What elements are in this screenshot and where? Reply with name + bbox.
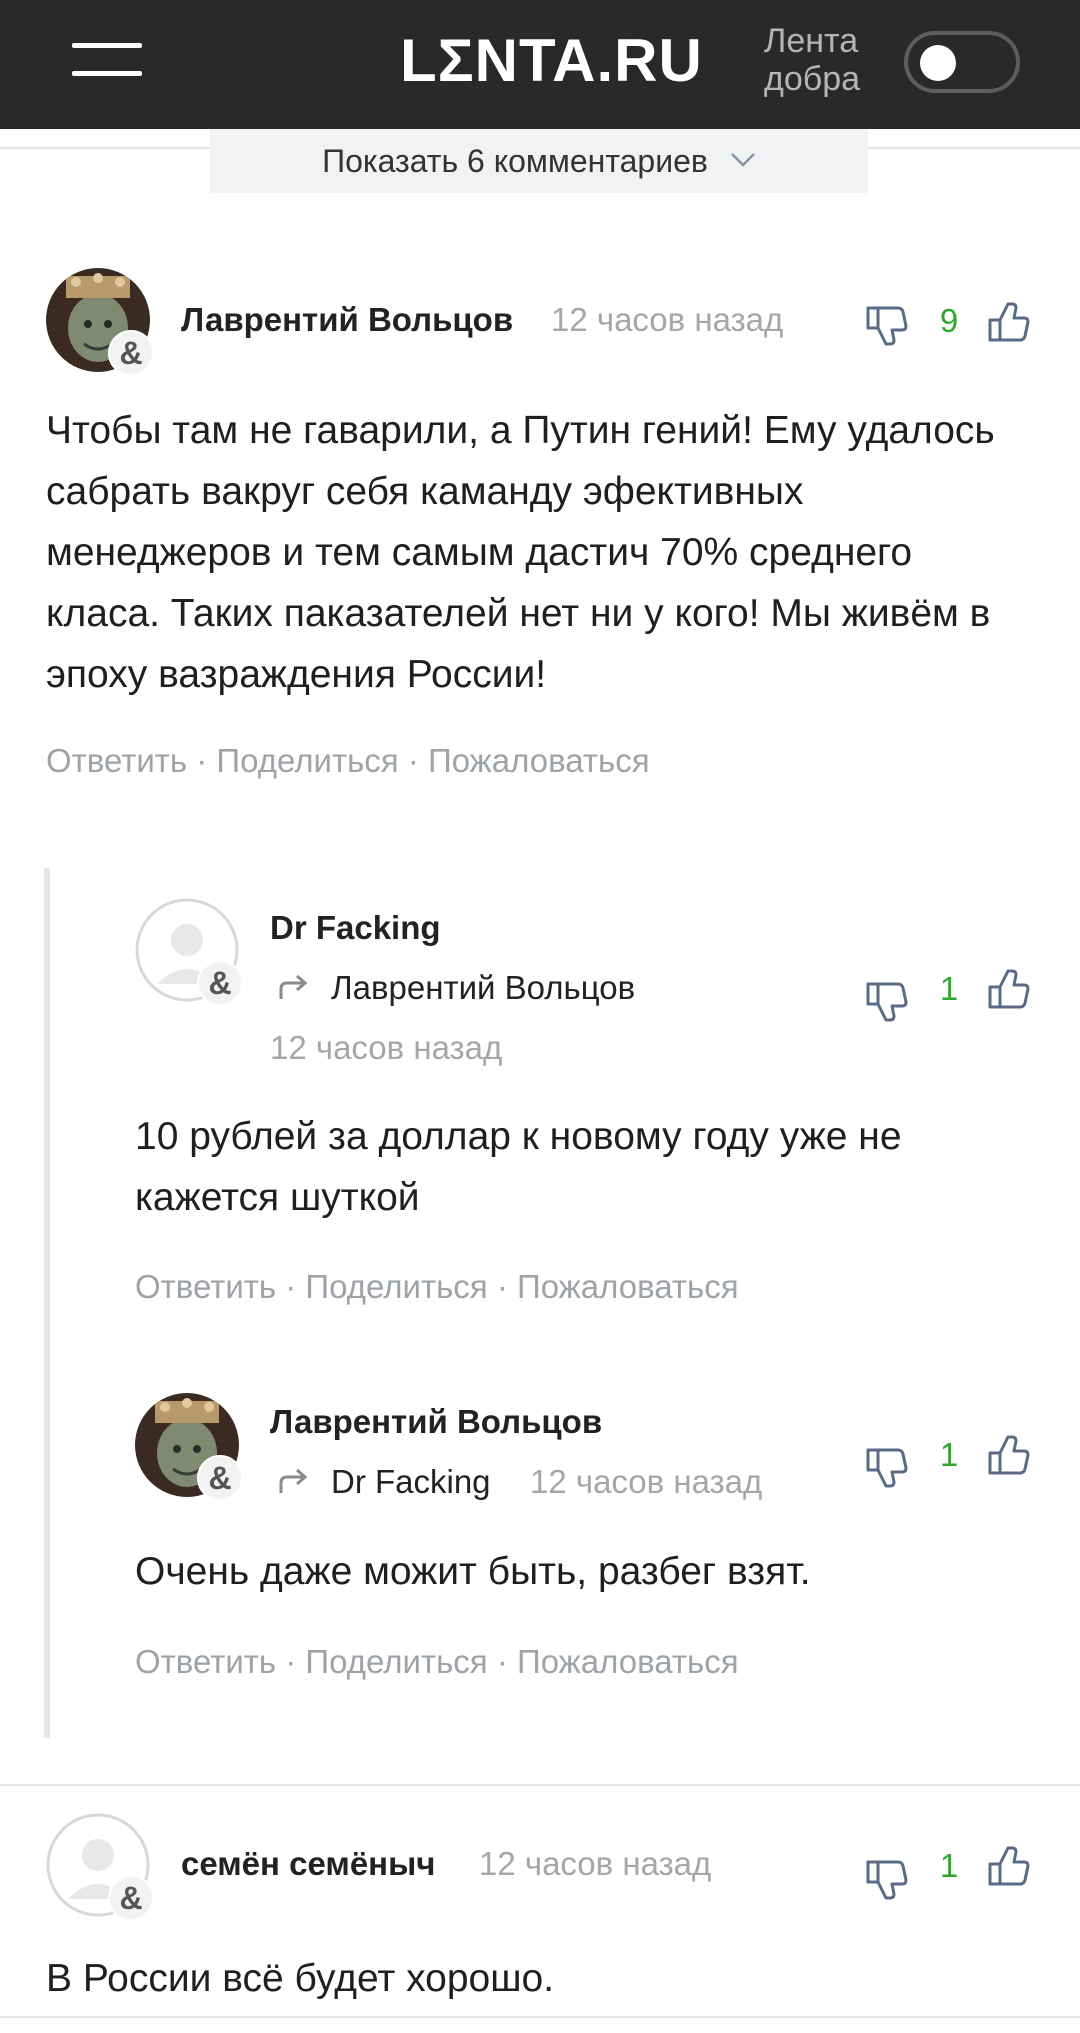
show-comments-button[interactable]: Показать 6 комментариев <box>210 129 868 193</box>
report-link[interactable]: Пожаловаться <box>428 742 650 779</box>
comment-author[interactable]: Лаврентий Вольцов <box>270 1403 602 1441</box>
kind-news-toggle[interactable] <box>904 31 1020 93</box>
report-link[interactable]: Пожаловаться <box>517 1643 739 1680</box>
comment-text: Чтобы там не гаварили, а Путин гений! Ем… <box>46 409 995 696</box>
divider <box>0 1784 1080 1786</box>
avatar[interactable]: & <box>135 898 243 1006</box>
menu-icon[interactable] <box>72 40 142 80</box>
comment-text: В России всё будет хорошо. <box>46 1957 555 2000</box>
comment-text: 10 рублей за доллар к новому году уже не… <box>135 1115 902 1219</box>
avatar[interactable]: & <box>135 1393 243 1501</box>
ampersand-badge: & <box>197 1455 243 1501</box>
comment-actions: Ответить · Поделиться · Пожаловаться <box>46 742 650 780</box>
share-link[interactable]: Поделиться <box>305 1643 487 1680</box>
ampersand-badge: & <box>108 330 154 376</box>
action-separator: · <box>196 742 217 779</box>
action-separator: · <box>285 1643 306 1680</box>
thumbs-down-icon[interactable] <box>864 302 910 348</box>
reply-link[interactable]: Ответить <box>135 1643 276 1680</box>
comment-time: 12 часов назад <box>551 301 784 338</box>
kind-news-label: Лента добра <box>764 22 904 98</box>
comment-text: Очень даже можит быть, разбег взят. <box>135 1550 811 1593</box>
reply-link[interactable]: Ответить <box>46 742 187 779</box>
comment-time: 12 часов назад <box>270 1029 503 1066</box>
thumbs-up-icon[interactable] <box>986 1844 1032 1890</box>
comment-time: 12 часов назад <box>479 1845 712 1882</box>
reply-to-author[interactable]: Dr Facking <box>331 1463 491 1501</box>
thread-line <box>44 868 50 1738</box>
site-logo[interactable]: LΣNTA.RU <box>400 26 702 96</box>
reply-arrow-icon <box>279 1468 308 1493</box>
chevron-down-icon <box>731 153 755 167</box>
divider <box>868 147 1080 149</box>
action-separator: · <box>496 1268 517 1305</box>
thumbs-down-icon[interactable] <box>864 978 910 1024</box>
kind-label-line2: добра <box>764 60 861 98</box>
ampersand-badge: & <box>197 960 243 1006</box>
report-link[interactable]: Пожаловаться <box>517 1268 739 1305</box>
thumbs-down-icon[interactable] <box>864 1856 910 1902</box>
thumbs-up-icon[interactable] <box>986 967 1032 1013</box>
comment-author[interactable]: Лаврентий Вольцов <box>181 301 513 339</box>
toggle-knob <box>920 45 956 81</box>
comment-time: 12 часов назад <box>530 1463 763 1500</box>
thumbs-up-icon[interactable] <box>986 300 1032 346</box>
comment-actions: Ответить · Поделиться · Пожаловаться <box>135 1643 739 1681</box>
vote-count: 1 <box>939 1436 959 1473</box>
action-separator: · <box>496 1643 517 1680</box>
comment-author[interactable]: семён семёныч <box>181 1845 435 1883</box>
share-link[interactable]: Поделиться <box>305 1268 487 1305</box>
action-separator: · <box>407 742 428 779</box>
vote-count: 1 <box>939 1847 959 1884</box>
kind-label-line1: Лента <box>764 22 859 60</box>
vote-count: 1 <box>939 970 959 1007</box>
ampersand-badge: & <box>108 1875 154 1921</box>
comment-author[interactable]: Dr Facking <box>270 909 441 947</box>
avatar[interactable]: & <box>46 1813 154 1921</box>
vote-count: 9 <box>939 302 959 339</box>
avatar[interactable]: & <box>46 268 154 376</box>
thumbs-down-icon[interactable] <box>864 1444 910 1490</box>
divider <box>0 147 210 149</box>
thumbs-up-icon[interactable] <box>986 1433 1032 1479</box>
share-link[interactable]: Поделиться <box>216 742 398 779</box>
top-bar: LΣNTA.RU Лента добра <box>0 0 1080 129</box>
show-comments-label: Показать 6 комментариев <box>322 142 708 179</box>
divider <box>0 2016 1080 2018</box>
reply-to-author[interactable]: Лаврентий Вольцов <box>331 969 635 1007</box>
comment-actions: Ответить · Поделиться · Пожаловаться <box>135 1268 739 1306</box>
action-separator: · <box>285 1268 306 1305</box>
reply-arrow-icon <box>279 974 308 999</box>
reply-link[interactable]: Ответить <box>135 1268 276 1305</box>
